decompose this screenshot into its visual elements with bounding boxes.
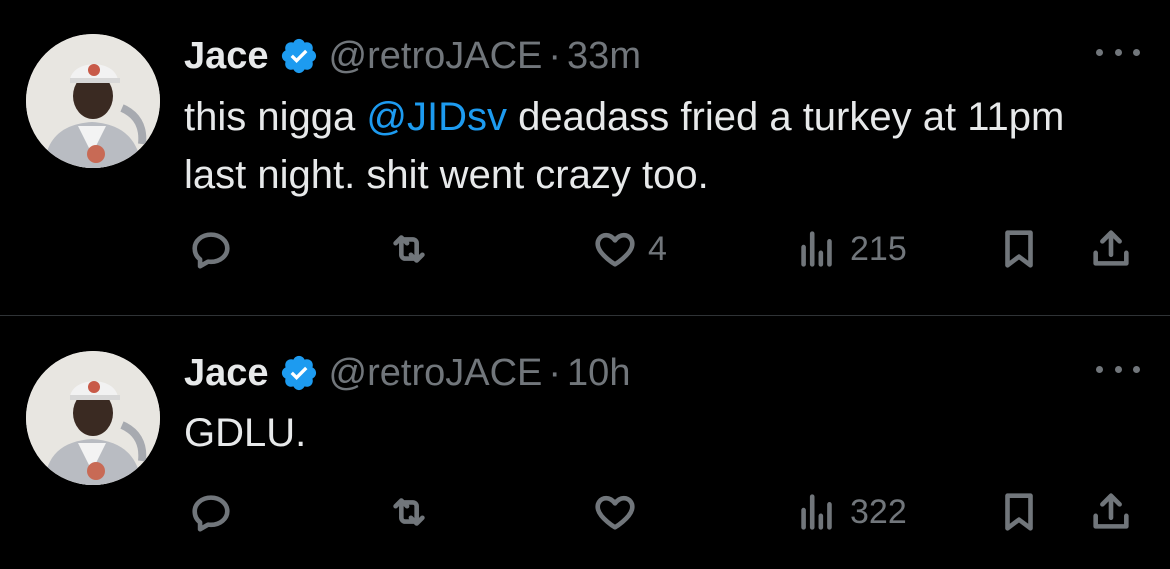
tweet-header: Jace @retroJACE · 10h xyxy=(184,351,630,395)
avatar[interactable] xyxy=(26,34,160,168)
author-handle[interactable]: @retroJACE xyxy=(329,352,543,395)
reply-button[interactable] xyxy=(188,224,234,274)
retweet-icon xyxy=(393,235,425,263)
retweet-icon xyxy=(393,498,425,526)
reply-icon xyxy=(192,495,230,532)
more-icon[interactable] xyxy=(1096,40,1140,64)
like-icon xyxy=(595,495,635,530)
views-button[interactable]: 322 xyxy=(794,487,907,537)
tweet-text: GDLU. xyxy=(184,411,307,455)
author-name[interactable]: Jace xyxy=(184,352,269,395)
tweet-actions: 4 215 xyxy=(0,224,1170,274)
reply-icon xyxy=(192,232,230,269)
avatar[interactable] xyxy=(26,351,160,485)
author-name[interactable]: Jace xyxy=(184,35,269,78)
more-icon[interactable] xyxy=(1096,357,1140,381)
share-button[interactable] xyxy=(1088,487,1134,537)
share-button[interactable] xyxy=(1088,224,1134,274)
timestamp[interactable]: 33m xyxy=(567,35,641,78)
reply-button[interactable] xyxy=(188,487,234,537)
like-icon xyxy=(595,232,635,267)
views-icon xyxy=(801,494,832,530)
share-icon xyxy=(1093,230,1129,266)
verified-badge-icon[interactable] xyxy=(279,36,319,76)
retweet-button[interactable] xyxy=(386,224,432,274)
tweet-header: Jace @retroJACE · 33m xyxy=(184,34,641,78)
mention-link[interactable]: @JIDsv xyxy=(366,95,507,139)
separator-dot: · xyxy=(548,34,562,77)
bookmark-button[interactable] xyxy=(996,224,1042,274)
author-handle[interactable]: @retroJACE xyxy=(329,35,543,78)
bookmark-icon xyxy=(1005,493,1033,531)
views-icon xyxy=(801,231,832,267)
avatar-photo xyxy=(26,34,160,168)
like-button[interactable] xyxy=(592,487,638,537)
avatar-photo xyxy=(26,351,160,485)
like-button[interactable]: 4 xyxy=(592,224,667,274)
tweet-text-start: this nigga xyxy=(184,95,367,139)
tweet-divider xyxy=(0,315,1170,316)
timestamp[interactable]: 10h xyxy=(567,352,630,395)
like-count: 4 xyxy=(648,229,667,268)
tweet[interactable]: Jace @retroJACE · 33m this nigga @JIDsv … xyxy=(0,0,1170,316)
views-button[interactable]: 215 xyxy=(794,224,907,274)
bookmark-button[interactable] xyxy=(996,487,1042,537)
tweet-text: this nigga @JIDsv deadass fried a turkey… xyxy=(184,88,1084,204)
verified-badge-icon[interactable] xyxy=(279,353,319,393)
tweet-actions: 322 xyxy=(0,487,1170,537)
view-count: 322 xyxy=(850,492,907,531)
view-count: 215 xyxy=(850,229,907,268)
separator-dot: · xyxy=(548,351,562,394)
share-icon xyxy=(1093,493,1129,529)
bookmark-icon xyxy=(1005,230,1033,268)
retweet-button[interactable] xyxy=(386,487,432,537)
